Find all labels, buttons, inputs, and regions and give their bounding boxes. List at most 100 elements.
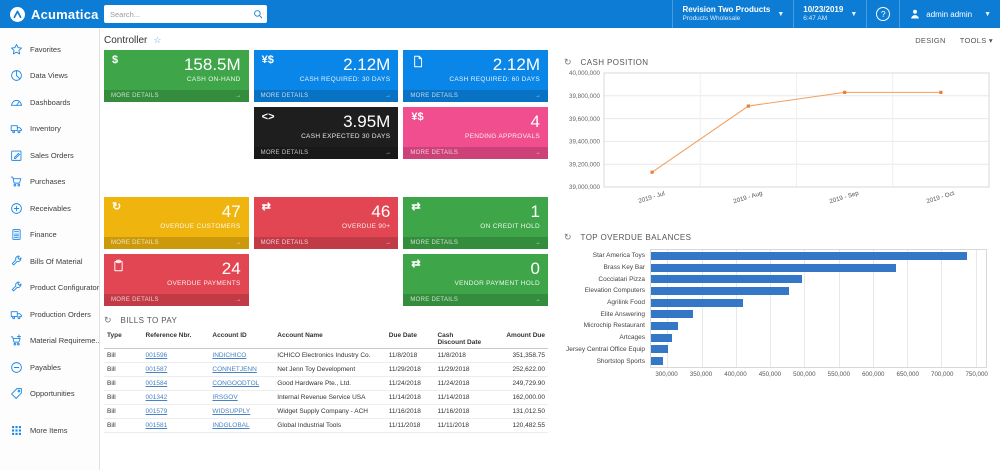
bar[interactable] (651, 322, 678, 330)
more-details-link[interactable]: MORE DETAILS→ (254, 147, 399, 159)
design-button[interactable]: DESIGN (915, 36, 946, 45)
more-details-link[interactable]: MORE DETAILS→ (403, 294, 548, 306)
company-branch-selector[interactable]: Revision Two Products Products Wholesale… (672, 0, 793, 28)
more-details-link[interactable]: MORE DETAILS→ (104, 90, 249, 102)
acumatica-logo[interactable]: Acumatica (0, 0, 100, 28)
tile-value: 3.95M (254, 107, 399, 130)
sidebar-item-more-items[interactable]: More Items (0, 417, 99, 444)
bar[interactable] (651, 275, 802, 283)
table-cell: 249,729.90 (485, 377, 548, 391)
top-right-menus: Revision Two Products Products Wholesale… (672, 0, 1000, 28)
kpi-tile-on-credit-hold[interactable]: ⇄1ON CREDIT HOLDMORE DETAILS→ (403, 197, 548, 249)
bar[interactable] (651, 345, 668, 353)
kpi-tile-cash-on-hand[interactable]: $158.5MCASH ON-HANDMORE DETAILS→ (104, 50, 249, 102)
svg-text:39,400,000: 39,400,000 (569, 139, 601, 146)
refresh-icon[interactable]: ↻ (564, 233, 572, 242)
kpi-tile-cash-required-30-days[interactable]: ¥$2.12MCASH REQUIRED: 30 DAYSMORE DETAIL… (254, 50, 399, 102)
sidebar-item-data-views[interactable]: Data Views (0, 63, 99, 90)
bar-category-label: Jersey Central Office Equip (565, 346, 645, 353)
more-details-link[interactable]: MORE DETAILS→ (403, 147, 548, 159)
sidebar-item-finance[interactable]: Finance (0, 222, 99, 249)
tile-value: 46 (254, 197, 399, 220)
reference-link[interactable]: 001596 (146, 352, 168, 359)
more-details-link[interactable]: MORE DETAILS→ (104, 294, 249, 306)
search-input[interactable] (110, 10, 253, 19)
reference-link[interactable]: 001587 (146, 366, 168, 373)
yen-dollar-icon: ¥$ (262, 55, 274, 66)
sidebar-item-receivables[interactable]: Receivables (0, 195, 99, 222)
column-header-cash-discount-date[interactable]: Cash Discount Date (434, 330, 485, 349)
gauge-icon (10, 96, 23, 109)
sidebar-item-purchases[interactable]: Purchases (0, 169, 99, 196)
column-header-type[interactable]: Type (104, 330, 143, 349)
sidebar-item-material-requireme[interactable]: Material Requireme... (0, 328, 99, 355)
sidebar-item-bills-of-material[interactable]: Bills Of Material (0, 248, 99, 275)
refresh-icon[interactable]: ↻ (564, 58, 572, 67)
bar[interactable] (651, 287, 789, 295)
kpi-tile-vendor-payment-hold[interactable]: ⇄0VENDOR PAYMENT HOLDMORE DETAILS→ (403, 254, 548, 306)
sidebar-item-payables[interactable]: Payables (0, 354, 99, 381)
table-cell: Bill (104, 419, 143, 433)
account-link[interactable]: CONNETJENN (212, 366, 256, 373)
branch-name: Products Wholesale (682, 15, 770, 23)
reference-link[interactable]: 001342 (146, 394, 168, 401)
kpi-tile-overdue-payments[interactable]: 24OVERDUE PAYMENTSMORE DETAILS→ (104, 254, 249, 306)
bar[interactable] (651, 299, 743, 307)
search-icon[interactable] (253, 9, 263, 19)
account-link[interactable]: INDICHICO (212, 352, 246, 359)
column-header-due-date[interactable]: Due Date (386, 330, 435, 349)
kpi-tile-pending-approvals[interactable]: ¥$4PENDING APPROVALSMORE DETAILS→ (403, 107, 548, 159)
reference-link[interactable]: 001581 (146, 422, 168, 429)
reference-link[interactable]: 001579 (146, 408, 168, 415)
account-link[interactable]: IRSGOV (212, 394, 237, 401)
sidebar-item-dashboards[interactable]: Dashboards (0, 89, 99, 116)
sidebar-item-sales-orders[interactable]: Sales Orders (0, 142, 99, 169)
sidebar-item-opportunities[interactable]: Opportunities (0, 381, 99, 408)
account-link[interactable]: INDGLOBAL (212, 422, 249, 429)
kpi-tile-overdue-90[interactable]: ⇄46OVERDUE 90+MORE DETAILS→ (254, 197, 399, 249)
pie-icon (10, 69, 23, 82)
reference-link[interactable]: 001584 (146, 380, 168, 387)
bar[interactable] (651, 264, 896, 272)
table-cell: 351,358.75 (485, 349, 548, 363)
account-link[interactable]: WIDSUPPLY (212, 408, 250, 415)
more-details-link[interactable]: MORE DETAILS→ (403, 90, 548, 102)
user-menu[interactable]: admin admin ▼ (899, 0, 1000, 28)
sidebar-item-production-orders[interactable]: Production Orders (0, 301, 99, 328)
kpi-tile-cash-expected-30-days[interactable]: <>3.95MCASH EXPECTED 30 DAYSMORE DETAILS… (254, 107, 399, 159)
bar[interactable] (651, 334, 672, 342)
bar[interactable] (651, 310, 693, 318)
more-details-link[interactable]: MORE DETAILS→ (254, 237, 399, 249)
table-cell: 11/29/2018 (386, 363, 435, 377)
more-details-link[interactable]: MORE DETAILS→ (104, 237, 249, 249)
tile-value: 2.12M (254, 50, 399, 73)
bar[interactable] (651, 252, 967, 260)
column-header-amount-due[interactable]: Amount Due (485, 330, 548, 349)
account-link[interactable]: CONGOODTOL (212, 380, 259, 387)
tile-value: 24 (104, 254, 249, 277)
cash-position-title: CASH POSITION (581, 58, 649, 67)
cart-icon (10, 175, 23, 188)
sidebar-item-label: Product Configurator (30, 283, 99, 292)
kpi-tile-cash-required-60-days[interactable]: 2.12MCASH REQUIRED: 60 DAYSMORE DETAILS→ (403, 50, 548, 102)
sidebar-item-favorites[interactable]: Favorites (0, 36, 99, 63)
more-details-link[interactable]: MORE DETAILS→ (254, 90, 399, 102)
help-button[interactable]: ? (866, 0, 899, 28)
bar-category-label: Shortstop Sports (565, 358, 645, 365)
kpi-tile-overdue-customers[interactable]: ↻47OVERDUE CUSTOMERSMORE DETAILS→ (104, 197, 249, 249)
sidebar-item-product-configurator[interactable]: Product Configurator (0, 275, 99, 302)
tools-button[interactable]: TOOLS ▾ (960, 36, 993, 45)
svg-text:39,600,000: 39,600,000 (569, 116, 601, 123)
bar-chart-plot-area: Star America ToysBrass Key BarCocciatari… (650, 249, 987, 368)
more-details-link[interactable]: MORE DETAILS→ (403, 237, 548, 249)
acumatica-dashboard: Acumatica Revision Two Products Products… (0, 0, 1000, 470)
column-header-reference-nbr[interactable]: Reference Nbr. (143, 330, 210, 349)
column-header-account-name[interactable]: Account Name (274, 330, 386, 349)
favorite-star-icon[interactable]: ☆ (153, 35, 161, 46)
business-date-selector[interactable]: 10/23/2019 6:47 AM ▼ (793, 0, 866, 28)
sidebar-item-label: Production Orders (30, 310, 91, 319)
column-header-account-id[interactable]: Account ID (209, 330, 274, 349)
refresh-icon[interactable]: ↻ (104, 316, 112, 325)
sidebar-item-inventory[interactable]: Inventory (0, 116, 99, 143)
bar[interactable] (651, 357, 663, 365)
